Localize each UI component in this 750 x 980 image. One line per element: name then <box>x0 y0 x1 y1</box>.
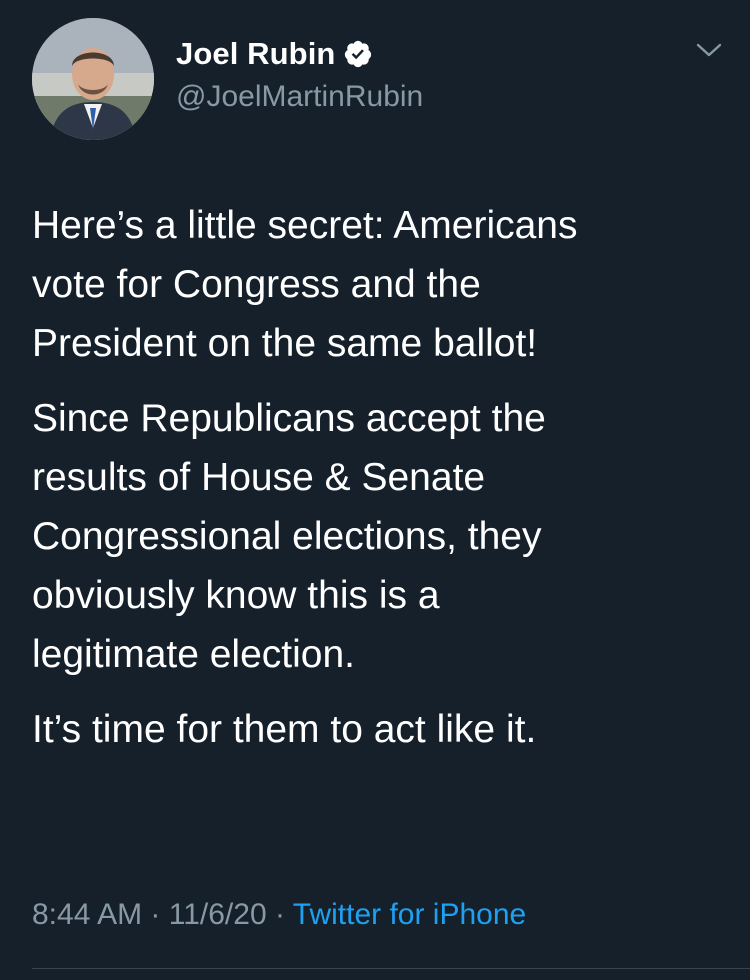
tweet: Joel Rubin @JoelMartinRubin Here’s a lit… <box>0 0 750 980</box>
chevron-down-icon[interactable] <box>692 38 726 62</box>
tweet-time[interactable]: 8:44 AM <box>32 898 142 931</box>
tweet-text: Here’s a little secret: Americans vote f… <box>32 196 722 775</box>
meta-separator: · <box>150 898 161 931</box>
divider <box>32 968 750 969</box>
meta-separator: · <box>274 898 285 931</box>
tweet-source-link[interactable]: Twitter for iPhone <box>293 898 526 931</box>
avatar[interactable] <box>32 18 154 140</box>
avatar-photo <box>32 18 154 140</box>
author-name[interactable]: Joel Rubin <box>176 36 335 72</box>
tweet-paragraph: It’s time for them to act like it. <box>32 708 537 751</box>
author-name-row[interactable]: Joel Rubin <box>176 34 373 74</box>
tweet-metadata: 8:44 AM · 11/6/20 · Twitter for iPhone <box>32 898 526 932</box>
author-handle[interactable]: @JoelMartinRubin <box>176 80 423 114</box>
verified-badge-icon <box>343 39 373 69</box>
tweet-paragraph: Since Republicans accept the results of … <box>32 397 546 676</box>
tweet-date[interactable]: 11/6/20 <box>169 898 267 931</box>
tweet-paragraph: Here’s a little secret: Americans vote f… <box>32 204 578 365</box>
